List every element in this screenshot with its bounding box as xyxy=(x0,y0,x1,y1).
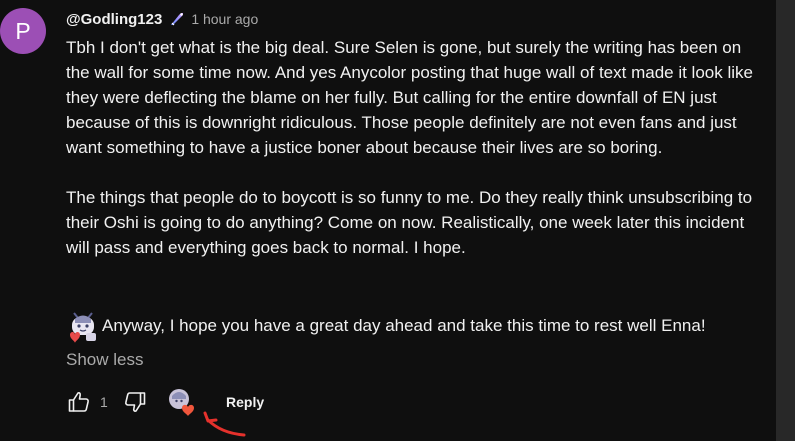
comment-header: @Godling123 1 hour ago xyxy=(66,8,258,30)
comment-paragraph-1: Tbh I don't get what is the big deal. Su… xyxy=(66,38,753,157)
creator-heart-icon xyxy=(168,388,196,416)
avatar[interactable]: P xyxy=(0,8,46,54)
member-badge-icon xyxy=(169,11,185,27)
like-button[interactable] xyxy=(66,389,92,415)
comment-body: Tbh I don't get what is the big deal. Su… xyxy=(66,35,756,260)
comment-timestamp[interactable]: 1 hour ago xyxy=(191,11,258,27)
comment-page: P @Godling123 1 hour ago Tbh I don't get… xyxy=(0,0,795,441)
reply-button[interactable]: Reply xyxy=(226,394,264,410)
comment-final-text: Anyway, I hope you have a great day ahea… xyxy=(102,316,706,335)
scrollbar-track[interactable] xyxy=(776,0,795,441)
dislike-button[interactable] xyxy=(122,389,148,415)
thumbs-up-icon xyxy=(68,392,89,412)
avatar-letter: P xyxy=(15,17,31,44)
comment-final-line: Anyway, I hope you have a great day ahea… xyxy=(66,309,706,343)
like-count: 1 xyxy=(100,394,108,410)
comment-paragraph-2: The things that people do to boycott is … xyxy=(66,188,753,257)
author-name[interactable]: @Godling123 xyxy=(66,11,162,28)
custom-emoji-icon xyxy=(66,309,100,343)
thumbs-down-icon xyxy=(125,392,146,412)
annotation-arrow-icon xyxy=(203,411,246,437)
show-less-button[interactable]: Show less xyxy=(66,350,143,370)
